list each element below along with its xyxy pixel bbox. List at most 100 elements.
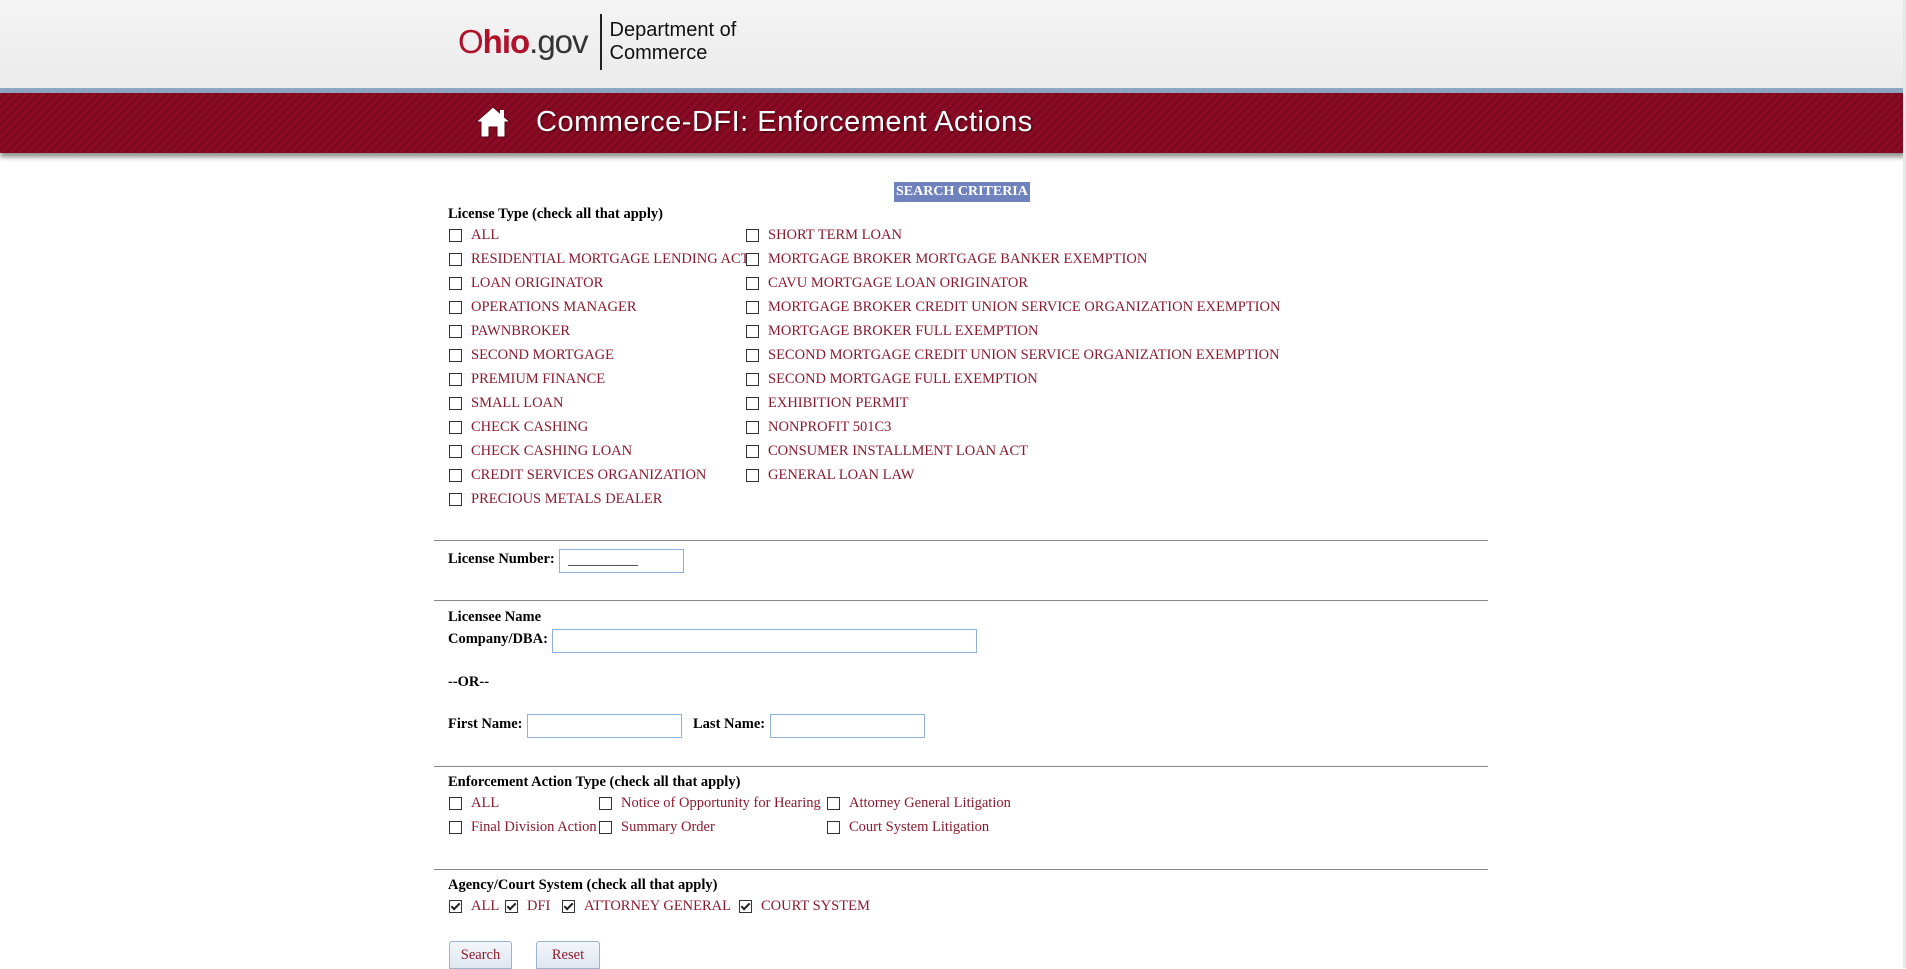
- option-loan-originator[interactable]: LOAN ORIGINATOR: [449, 273, 603, 293]
- checkbox[interactable]: [449, 276, 462, 290]
- option-check-cashing[interactable]: CHECK CASHING: [449, 417, 588, 437]
- license-number-input[interactable]: [559, 549, 684, 573]
- checkbox[interactable]: [449, 796, 462, 810]
- option-label: Attorney General Litigation: [849, 794, 1011, 811]
- option-label: CHECK CASHING LOAN: [471, 442, 633, 459]
- checkbox[interactable]: [599, 820, 612, 834]
- option-pawnbroker[interactable]: PAWNBROKER: [449, 321, 570, 341]
- option-operations-manager[interactable]: OPERATIONS MANAGER: [449, 297, 637, 317]
- page-banner: Commerce-DFI: Enforcement Actions: [0, 93, 1906, 153]
- checkbox[interactable]: [449, 300, 462, 314]
- reset-button[interactable]: Reset: [536, 941, 600, 969]
- option-all[interactable]: ALL: [449, 793, 499, 813]
- checkbox[interactable]: [746, 228, 759, 242]
- option-all[interactable]: ALL: [449, 225, 499, 245]
- checkbox[interactable]: [746, 420, 759, 434]
- option-label: GENERAL LOAN LAW: [768, 466, 915, 483]
- option-check-cashing-loan[interactable]: CHECK CASHING LOAN: [449, 441, 632, 461]
- checkbox[interactable]: [599, 796, 612, 810]
- option-mortgage-broker-mortgage-banker-exemption[interactable]: MORTGAGE BROKER MORTGAGE BANKER EXEMPTIO…: [746, 249, 1147, 269]
- checkbox[interactable]: [449, 372, 462, 386]
- home-icon[interactable]: [474, 105, 512, 139]
- checkbox[interactable]: [449, 444, 462, 458]
- checkbox[interactable]: [827, 820, 840, 834]
- option-precious-metals-dealer[interactable]: PRECIOUS METALS DEALER: [449, 489, 662, 509]
- checkbox[interactable]: [562, 899, 575, 913]
- option-label: CAVU MORTGAGE LOAN ORIGINATOR: [768, 274, 1029, 291]
- first-name-label: First Name:: [448, 716, 523, 732]
- option-court-system[interactable]: COURT SYSTEM: [739, 896, 870, 916]
- checkbox[interactable]: [746, 372, 759, 386]
- option-label: OPERATIONS MANAGER: [471, 298, 637, 315]
- option-all[interactable]: ALL: [449, 896, 499, 916]
- checkbox[interactable]: [746, 276, 759, 290]
- option-notice-of-opportunity-for-hearing[interactable]: Notice of Opportunity for Hearing: [599, 793, 821, 813]
- checkbox[interactable]: [746, 348, 759, 362]
- option-general-loan-law[interactable]: GENERAL LOAN LAW: [746, 465, 915, 485]
- option-premium-finance[interactable]: PREMIUM FINANCE: [449, 369, 605, 389]
- option-cavu-mortgage-loan-originator[interactable]: CAVU MORTGAGE LOAN ORIGINATOR: [746, 273, 1028, 293]
- option-label: SECOND MORTGAGE FULL EXEMPTION: [768, 370, 1038, 387]
- divider: [434, 600, 1488, 601]
- option-residential-mortgage-lending-act[interactable]: RESIDENTIAL MORTGAGE LENDING ACT: [449, 249, 750, 269]
- option-mortgage-broker-full-exemption[interactable]: MORTGAGE BROKER FULL EXEMPTION: [746, 321, 1038, 341]
- licensee-name-heading: Licensee Name: [448, 609, 542, 625]
- company-dba-input[interactable]: [552, 629, 977, 653]
- agency-label: Agency/Court System (check all that appl…: [448, 877, 718, 893]
- checkbox[interactable]: [449, 348, 462, 362]
- divider: [434, 540, 1488, 541]
- checkbox[interactable]: [746, 324, 759, 338]
- or-separator: --OR--: [448, 674, 490, 690]
- search-button[interactable]: Search: [449, 941, 512, 969]
- option-second-mortgage[interactable]: SECOND MORTGAGE: [449, 345, 614, 365]
- option-court-system-litigation[interactable]: Court System Litigation: [827, 817, 989, 837]
- option-attorney-general[interactable]: ATTORNEY GENERAL: [562, 896, 731, 916]
- ohio-gov-logo[interactable]: Ohio.gov Department of Commerce: [458, 14, 736, 70]
- option-final-division-action[interactable]: Final Division Action: [449, 817, 597, 837]
- option-label: NONPROFIT 501C3: [768, 418, 892, 435]
- checkbox[interactable]: [449, 468, 462, 482]
- search-criteria-heading: SEARCH CRITERIA: [894, 182, 1030, 202]
- option-label: SECOND MORTGAGE: [471, 346, 614, 363]
- option-summary-order[interactable]: Summary Order: [599, 817, 715, 837]
- option-nonprofit-501c3[interactable]: NONPROFIT 501C3: [746, 417, 891, 437]
- checkbox[interactable]: [827, 796, 840, 810]
- option-credit-services-organization[interactable]: CREDIT SERVICES ORGANIZATION: [449, 465, 706, 485]
- site-header: Ohio.gov Department of Commerce: [0, 0, 1906, 88]
- checkbox[interactable]: [449, 396, 462, 410]
- checkbox[interactable]: [746, 468, 759, 482]
- checkbox[interactable]: [746, 300, 759, 314]
- checkbox[interactable]: [449, 492, 462, 506]
- option-label: CHECK CASHING: [471, 418, 589, 435]
- option-mortgage-broker-credit-union-service-organization-exemption[interactable]: MORTGAGE BROKER CREDIT UNION SERVICE ORG…: [746, 297, 1280, 317]
- option-exhibition-permit[interactable]: EXHIBITION PERMIT: [746, 393, 909, 413]
- license-type-label: License Type (check all that apply): [448, 206, 663, 222]
- checkbox[interactable]: [746, 444, 759, 458]
- option-short-term-loan[interactable]: SHORT TERM LOAN: [746, 225, 902, 245]
- option-label: Court System Litigation: [849, 818, 990, 835]
- checkbox[interactable]: [449, 820, 462, 834]
- option-small-loan[interactable]: SMALL LOAN: [449, 393, 564, 413]
- checkbox[interactable]: [449, 228, 462, 242]
- checkbox[interactable]: [449, 420, 462, 434]
- option-label: CREDIT SERVICES ORGANIZATION: [471, 466, 707, 483]
- divider: [434, 869, 1488, 870]
- checkbox[interactable]: [505, 899, 518, 913]
- option-attorney-general-litigation[interactable]: Attorney General Litigation: [827, 793, 1011, 813]
- last-name-input[interactable]: [770, 714, 925, 738]
- option-label: CONSUMER INSTALLMENT LOAN ACT: [768, 442, 1028, 459]
- last-name-label: Last Name:: [693, 716, 766, 732]
- option-second-mortgage-full-exemption[interactable]: SECOND MORTGAGE FULL EXEMPTION: [746, 369, 1038, 389]
- option-label: MORTGAGE BROKER CREDIT UNION SERVICE ORG…: [768, 298, 1281, 315]
- checkbox[interactable]: [746, 252, 759, 266]
- option-second-mortgage-credit-union-service-organization-exemption[interactable]: SECOND MORTGAGE CREDIT UNION SERVICE ORG…: [746, 345, 1280, 365]
- checkbox[interactable]: [449, 252, 462, 266]
- option-label: SECOND MORTGAGE CREDIT UNION SERVICE ORG…: [768, 346, 1280, 363]
- checkbox[interactable]: [746, 396, 759, 410]
- checkbox[interactable]: [449, 324, 462, 338]
- first-name-input[interactable]: [527, 714, 682, 738]
- option-consumer-installment-loan-act[interactable]: CONSUMER INSTALLMENT LOAN ACT: [746, 441, 1028, 461]
- checkbox[interactable]: [739, 899, 752, 913]
- option-dfi[interactable]: DFI: [505, 896, 550, 916]
- checkbox[interactable]: [449, 899, 462, 913]
